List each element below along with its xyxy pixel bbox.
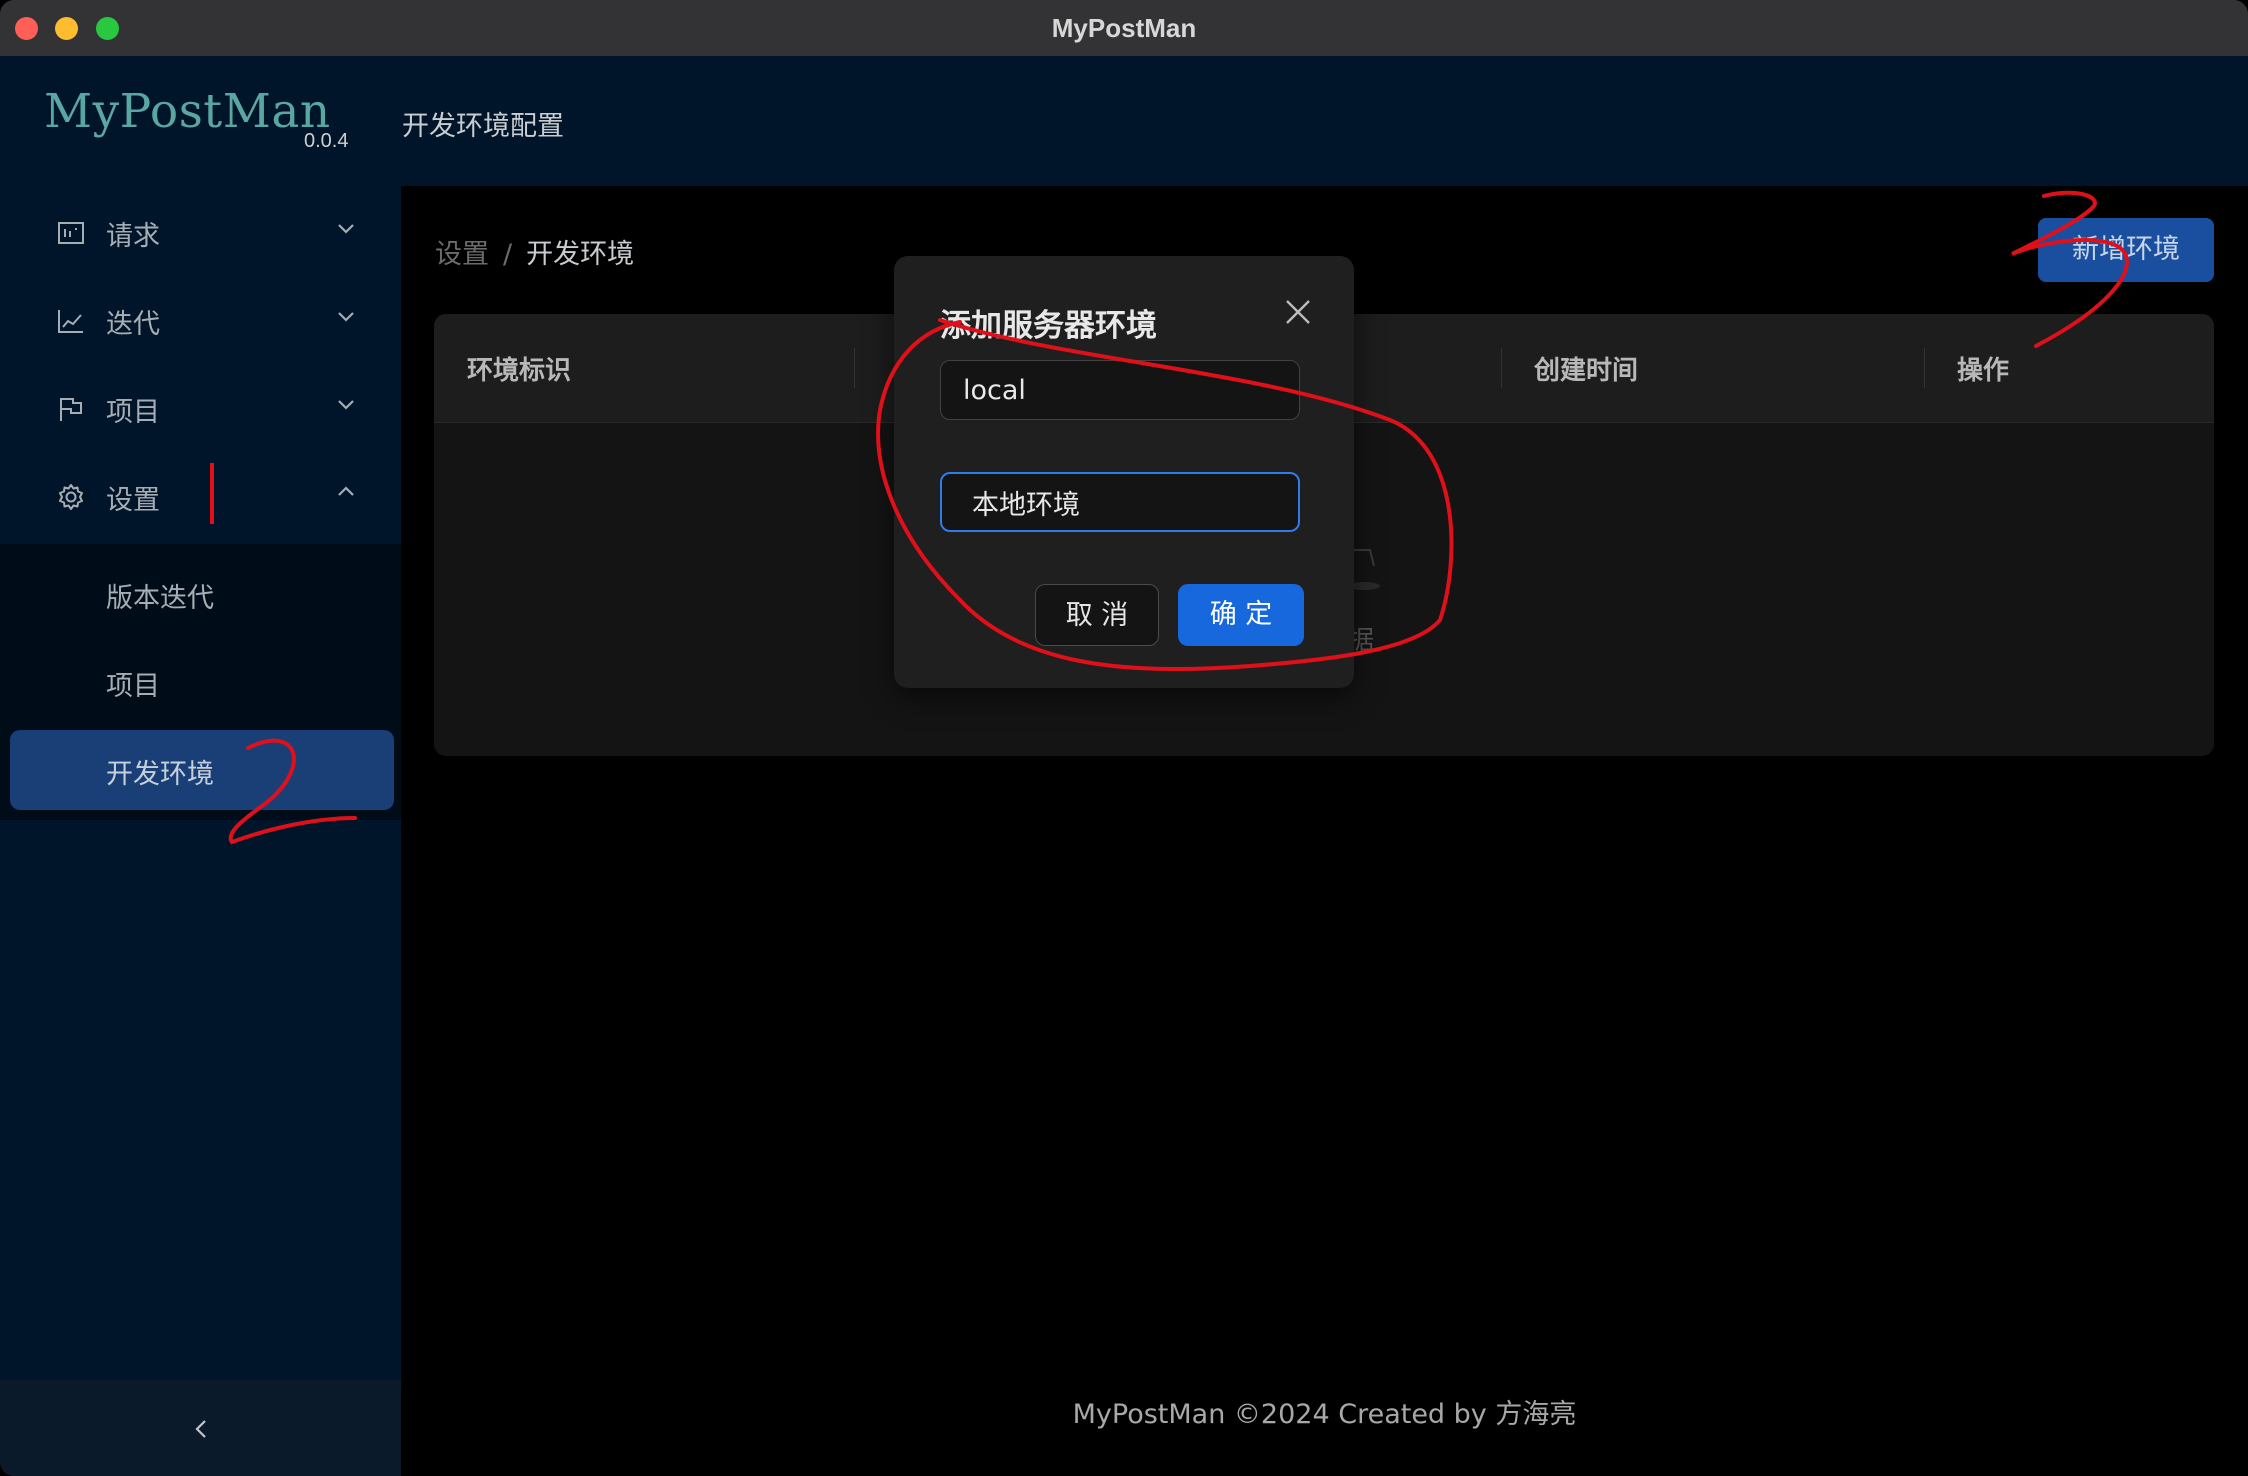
- sidebar-item-settings[interactable]: 设置: [0, 458, 401, 536]
- sidebar-collapse-button[interactable]: [0, 1380, 401, 1476]
- chevron-left-icon: [195, 1420, 206, 1438]
- sidebar-item-iteration[interactable]: 迭代: [0, 282, 401, 360]
- sidebar-item-label: 项目: [106, 397, 160, 428]
- chevron-down-icon: [338, 400, 354, 410]
- sidebar-item-version-iteration[interactable]: 版本迭代: [0, 554, 401, 632]
- breadcrumb-current: 开发环境: [526, 239, 635, 270]
- column-divider: [1924, 348, 1925, 388]
- sidebar: MyPostMan 0.0.4 请求 迭代 项目 设置 版本迭代 项目 开发环境: [0, 56, 401, 1476]
- sidebar-item-request[interactable]: 请求: [0, 194, 401, 272]
- sidebar-item-project[interactable]: 项目: [0, 370, 401, 448]
- page-header: [401, 56, 2248, 186]
- column-divider: [854, 348, 855, 388]
- column-header-created-time: 创建时间: [1534, 356, 1639, 386]
- page-footer: MyPostMan ©2024 Created by 方海亮: [1072, 1399, 1577, 1430]
- cancel-button[interactable]: 取 消: [1035, 584, 1159, 646]
- app-window: MyPostMan MyPostMan 0.0.4 请求 迭代 项目 设置 版本…: [0, 0, 2248, 1476]
- column-header-actions: 操作: [1957, 356, 2010, 386]
- app-logo: MyPostMan: [44, 84, 331, 139]
- chart-line-icon: [58, 310, 83, 333]
- breadcrumb-settings-link[interactable]: 设置: [435, 239, 489, 270]
- sidebar-item-settings-project[interactable]: 项目: [0, 642, 401, 720]
- title-bar: MyPostMan: [0, 0, 2248, 57]
- sidebar-item-label: 请求: [106, 221, 160, 252]
- column-divider: [1501, 348, 1502, 388]
- window-title: MyPostMan: [1051, 13, 1197, 43]
- breadcrumb: 设置 / 开发环境: [435, 232, 634, 271]
- breadcrumb-separator: /: [503, 239, 513, 270]
- add-environment-modal: 添加服务器环境 取 消 确 定: [894, 256, 1354, 688]
- env-id-field[interactable]: [940, 360, 1300, 420]
- request-icon: [58, 222, 84, 244]
- sidebar-item-label: 迭代: [106, 309, 160, 340]
- sidebar-item-dev-environment[interactable]: 开发环境: [10, 730, 394, 810]
- column-header-env-id: 环境标识: [467, 356, 572, 386]
- app-version: 0.0.4: [304, 130, 349, 152]
- env-name-input[interactable]: [942, 474, 1298, 530]
- env-id-input[interactable]: [941, 361, 1299, 419]
- env-name-field[interactable]: [940, 472, 1300, 532]
- gear-icon: [59, 484, 83, 510]
- chevron-up-icon: [338, 486, 354, 496]
- chevron-down-icon: [338, 224, 354, 234]
- add-environment-button[interactable]: 新增环境: [2038, 218, 2214, 282]
- confirm-button[interactable]: 确 定: [1178, 584, 1304, 646]
- sidebar-item-label: 开发环境: [106, 759, 214, 790]
- chevron-down-icon: [338, 312, 354, 322]
- close-icon[interactable]: [1282, 296, 1314, 328]
- page-title: 开发环境配置: [402, 111, 564, 142]
- sidebar-item-label: 版本迭代: [106, 583, 214, 614]
- sidebar-item-label: 设置: [106, 485, 160, 516]
- modal-title: 添加服务器环境: [940, 308, 1157, 344]
- flag-icon: [60, 398, 82, 421]
- sidebar-item-label: 项目: [106, 671, 160, 702]
